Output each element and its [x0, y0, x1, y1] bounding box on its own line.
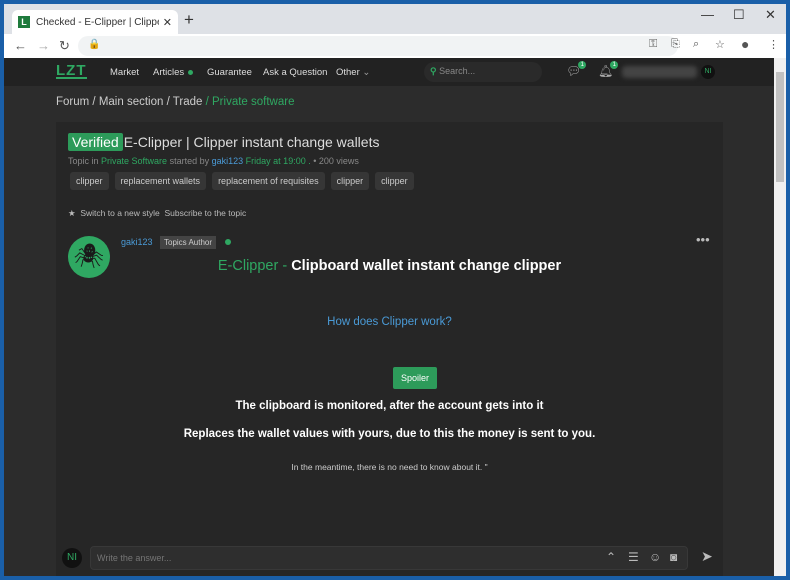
- tag[interactable]: clipper: [70, 172, 109, 190]
- author-link[interactable]: gaki123: [212, 156, 244, 166]
- reply-bar: NI ⌃ ☰ ☺ ◙ ➤: [56, 540, 723, 576]
- topic-meta: Topic in Private Software started by gak…: [68, 156, 359, 166]
- tag[interactable]: replacement wallets: [114, 172, 207, 190]
- site-nav: LZT Market Articles Guarantee Ask a Ques…: [4, 58, 774, 86]
- nav-articles-label: Articles: [153, 67, 185, 78]
- page: LZT Market Articles Guarantee Ask a Ques…: [4, 58, 774, 576]
- tab-title: Checked - E-Clipper | Clipper inst: [36, 16, 159, 28]
- browser-toolbar: ← → ↻ 🔒 ⚿ ⎘ ⌕ ☆ ● ⋮: [4, 34, 786, 58]
- smiley-icon[interactable]: ☺: [649, 550, 661, 564]
- camera-icon[interactable]: ◙: [670, 550, 677, 564]
- switch-style-link[interactable]: Switch to a new style: [80, 208, 159, 218]
- reload-icon[interactable]: ↻: [59, 38, 70, 54]
- new-dot-icon: [188, 69, 194, 75]
- messages-badge: 1: [578, 61, 587, 69]
- list-icon[interactable]: ☰: [628, 550, 639, 564]
- close-tab-icon[interactable]: ✕: [163, 16, 172, 29]
- nav-articles[interactable]: Articles: [153, 67, 194, 78]
- crumb-main[interactable]: Main section: [99, 96, 164, 108]
- more-options-icon[interactable]: •••: [696, 232, 710, 247]
- role-badge: Topics Author: [160, 236, 217, 249]
- maximize-button[interactable]: ☐: [733, 7, 745, 23]
- back-icon[interactable]: ←: [14, 38, 27, 53]
- browser-window: L Checked - E-Clipper | Clipper inst ✕ +…: [4, 4, 786, 576]
- star-icon: ★: [68, 208, 76, 218]
- star-icon[interactable]: ☆: [715, 38, 725, 51]
- scrollbar[interactable]: [774, 58, 786, 576]
- meta-views: • 200 views: [313, 156, 359, 166]
- chevron-down-icon: ⌄: [362, 67, 371, 78]
- alerts-badge: 1: [610, 61, 619, 69]
- page-title: Verified E-Clipper | Clipper instant chan…: [68, 133, 380, 151]
- post-line: The clipboard is monitored, after the ac…: [235, 400, 544, 412]
- meta-time: Friday at 19:00 .: [245, 156, 311, 166]
- breadcrumb: Forum / Main section / Trade / Private s…: [56, 96, 295, 108]
- chevron-up-icon[interactable]: ⌃: [606, 550, 616, 564]
- bell-icon[interactable]: 🔔︎ 1: [598, 61, 619, 78]
- reply-input[interactable]: [90, 546, 688, 570]
- spoiler-button[interactable]: Spoiler: [393, 367, 438, 389]
- heading-text: Clipboard wallet instant change clipper: [291, 258, 562, 274]
- close-window-button[interactable]: ✕: [765, 7, 776, 23]
- how-it-works-link[interactable]: How does Clipper work?: [56, 316, 723, 328]
- send-icon[interactable]: ➤: [701, 548, 713, 565]
- address-bar[interactable]: 🔒: [78, 36, 678, 56]
- nav-market[interactable]: Market: [110, 67, 139, 78]
- topic-options: ★ Switch to a new style Subscribe to the…: [68, 208, 246, 219]
- meta-prefix: Topic in: [68, 156, 99, 166]
- tag[interactable]: clipper: [375, 172, 414, 190]
- topic-panel: Verified E-Clipper | Clipper instant chan…: [56, 122, 723, 576]
- scrollbar-thumb[interactable]: [776, 72, 784, 182]
- crumb-trade[interactable]: Trade: [173, 96, 203, 108]
- verified-badge: Verified: [68, 133, 123, 151]
- search-input[interactable]: ⚲ Search...: [424, 62, 542, 82]
- key-icon[interactable]: ⚿: [649, 38, 657, 51]
- reply-avatar: NI: [62, 548, 82, 568]
- messages-icon[interactable]: 💬︎ 1: [566, 61, 587, 78]
- tag[interactable]: clipper: [330, 172, 370, 190]
- subscribe-link[interactable]: Subscribe to the topic: [164, 208, 246, 218]
- translate-icon[interactable]: ⎘: [671, 38, 680, 51]
- topic-title: E-Clipper | Clipper instant change walle…: [123, 134, 380, 150]
- nav-guarantee[interactable]: Guarantee: [207, 67, 252, 78]
- meta-started: started by: [169, 156, 210, 166]
- search-placeholder: Search...: [439, 66, 476, 76]
- post-author[interactable]: gaki123: [121, 237, 153, 247]
- nav-other-label: Other: [336, 67, 360, 78]
- favicon-icon: L: [18, 16, 30, 28]
- post-line: Replaces the wallet values with yours, d…: [183, 428, 596, 440]
- profile-icon[interactable]: ●: [741, 36, 749, 52]
- online-status-icon: [225, 239, 231, 245]
- tag-list: clipper replacement wallets replacement …: [70, 172, 414, 190]
- section-link[interactable]: Private Software: [101, 156, 167, 166]
- menu-icon[interactable]: ⋮: [768, 38, 779, 51]
- site-logo[interactable]: LZT: [56, 63, 87, 79]
- username-blurred[interactable]: [622, 66, 697, 78]
- minimize-button[interactable]: —: [701, 7, 714, 22]
- post-heading: E-Clipper - Clipboard wallet instant cha…: [56, 258, 723, 274]
- post-line: In the meantime, there is no need to kno…: [291, 462, 488, 472]
- new-tab-button[interactable]: +: [184, 10, 194, 30]
- lock-icon: 🔒: [88, 39, 101, 50]
- crumb-private[interactable]: Private software: [212, 96, 294, 108]
- crumb-forum[interactable]: Forum: [56, 96, 89, 108]
- zoom-icon[interactable]: ⌕: [693, 38, 699, 51]
- tab-bar: L Checked - E-Clipper | Clipper inst ✕ +…: [4, 4, 786, 34]
- nav-other[interactable]: Other ⌄: [336, 67, 370, 78]
- avatar[interactable]: NI: [701, 65, 715, 79]
- search-icon: ⚲: [430, 66, 437, 76]
- browser-tab[interactable]: L Checked - E-Clipper | Clipper inst ✕: [12, 10, 178, 34]
- tag[interactable]: replacement of requisites: [212, 172, 325, 190]
- nav-ask[interactable]: Ask a Question: [263, 67, 327, 78]
- forward-icon[interactable]: →: [37, 38, 50, 53]
- heading-accent: E-Clipper -: [217, 258, 288, 274]
